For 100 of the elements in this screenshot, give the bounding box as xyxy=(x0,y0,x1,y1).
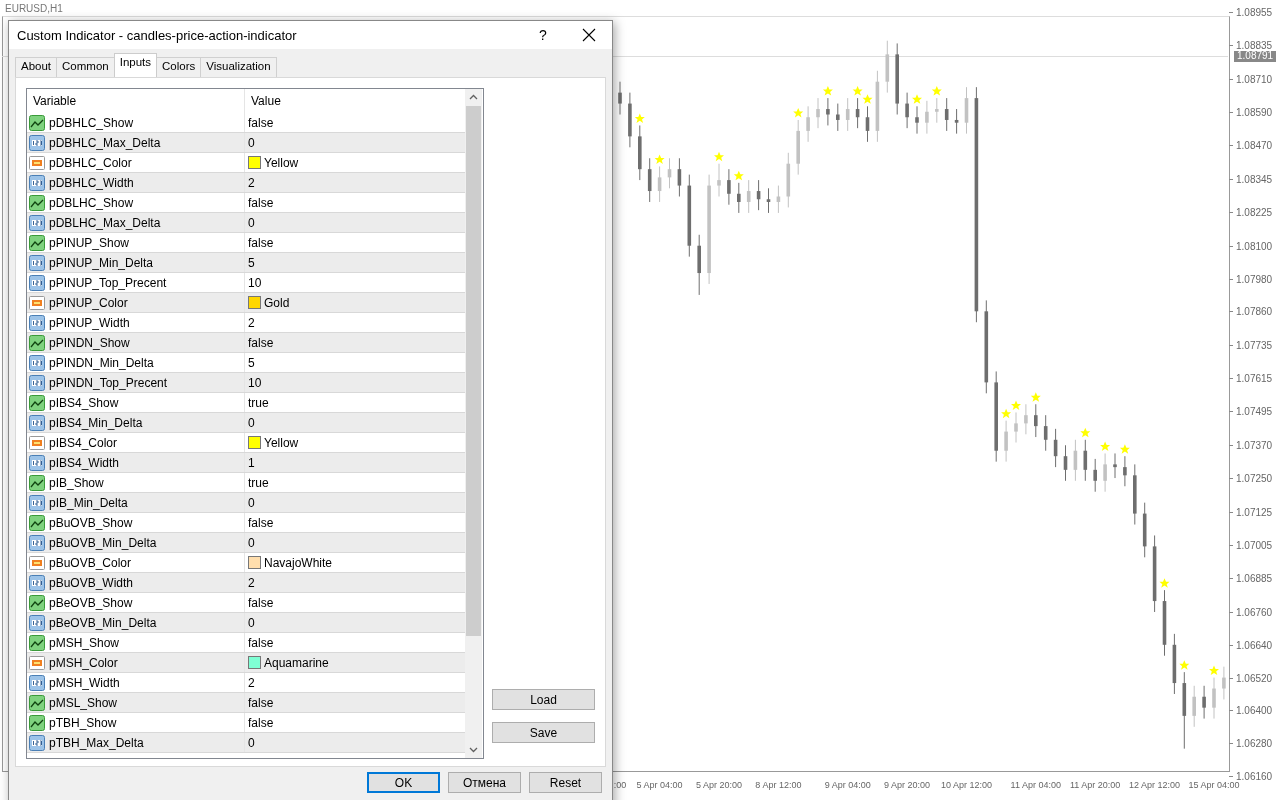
candlestick xyxy=(944,97,949,132)
value-text[interactable]: 5 xyxy=(248,355,255,370)
variable-name: pIBS4_Color xyxy=(49,435,118,450)
value-text[interactable]: true xyxy=(248,475,269,490)
star-marker xyxy=(1209,665,1219,676)
value-text[interactable]: 0 xyxy=(248,135,255,150)
number-icon xyxy=(29,614,45,631)
variable-name: pDBHLC_Color xyxy=(49,155,132,170)
variable-name: pIBS4_Min_Delta xyxy=(49,415,143,430)
value-text[interactable]: false xyxy=(248,715,274,730)
value-text[interactable]: 0 xyxy=(248,415,255,430)
candlestick xyxy=(1043,414,1048,452)
value-text[interactable]: 1 xyxy=(248,455,255,470)
star-marker xyxy=(1100,441,1111,451)
time-label: 12 Apr 12:00 xyxy=(1129,780,1181,790)
value-text[interactable]: false xyxy=(248,515,274,530)
value-text[interactable]: false xyxy=(248,235,274,250)
candlestick xyxy=(1202,685,1206,720)
column-header[interactable]: Variable xyxy=(27,89,245,113)
value-text[interactable]: false xyxy=(248,635,274,650)
line-chart-icon xyxy=(29,694,45,711)
line-chart-icon xyxy=(29,714,45,731)
variable-name: pTBH_Max_Delta xyxy=(49,735,144,750)
tab[interactable]: About xyxy=(15,57,58,77)
price-label: 1.07495 xyxy=(1236,405,1273,417)
time-label: 9 Apr 04:00 xyxy=(824,780,871,790)
column-header[interactable]: Value xyxy=(245,89,465,113)
number-icon xyxy=(29,314,45,331)
price-label: 1.06760 xyxy=(1236,606,1273,618)
price-label: 1.08100 xyxy=(1236,240,1273,252)
price-label: 1.07370 xyxy=(1236,439,1273,451)
line-chart-icon xyxy=(29,234,45,251)
dialog-button[interactable]: OK xyxy=(367,772,440,793)
color-icon xyxy=(29,434,45,451)
dialog-button[interactable]: Отмена xyxy=(448,772,521,793)
value-text[interactable]: 2 xyxy=(248,175,255,190)
number-icon xyxy=(29,354,45,371)
line-chart-icon xyxy=(29,194,45,211)
color-icon xyxy=(29,294,45,311)
candlestick xyxy=(618,81,622,115)
variable-name: pDBHLC_Show xyxy=(49,115,134,130)
value-text[interactable]: Gold xyxy=(264,295,290,310)
value-text[interactable]: true xyxy=(248,395,269,410)
candlestick xyxy=(1004,420,1008,463)
scroll-thumb[interactable] xyxy=(466,106,481,636)
value-text[interactable]: 2 xyxy=(248,575,255,590)
value-text[interactable]: Aquamarine xyxy=(264,655,329,670)
price-label: 1.08710 xyxy=(1236,73,1273,85)
candlestick xyxy=(1014,411,1018,444)
dialog-title: Custom Indicator - candles-price-action-indicator xyxy=(17,27,298,43)
value-text[interactable]: 2 xyxy=(248,315,255,330)
value-text[interactable]: false xyxy=(248,115,274,130)
variable-name: pMSH_Width xyxy=(49,675,120,690)
scrollbar[interactable] xyxy=(465,89,482,758)
value-text[interactable]: NavajoWhite xyxy=(264,555,333,570)
value-text[interactable]: 0 xyxy=(248,495,255,510)
value-text[interactable]: false xyxy=(248,195,274,210)
value-text[interactable]: 2 xyxy=(248,675,255,690)
variable-name: pBuOVB_Show xyxy=(49,515,133,530)
star-marker xyxy=(1159,578,1170,588)
value-text[interactable]: 0 xyxy=(248,535,255,550)
value-text[interactable]: 10 xyxy=(248,275,262,290)
value-text[interactable]: 0 xyxy=(248,615,255,630)
number-icon xyxy=(29,674,45,691)
variable-name: pPINDN_Min_Delta xyxy=(49,355,154,370)
line-chart-icon xyxy=(29,594,45,611)
number-icon xyxy=(29,374,45,391)
value-text[interactable]: Yellow xyxy=(264,435,299,450)
value-text[interactable]: 10 xyxy=(248,375,262,390)
candlestick xyxy=(836,103,840,132)
number-icon xyxy=(29,454,45,471)
value-text[interactable]: 0 xyxy=(248,215,255,230)
dialog-button[interactable]: Reset xyxy=(529,772,602,793)
value-text[interactable]: 0 xyxy=(248,735,255,750)
variable-name: pDBHLC_Width xyxy=(49,175,134,190)
value-text[interactable]: false xyxy=(248,335,274,350)
time-label: 8 Apr 12:00 xyxy=(755,780,802,790)
tab[interactable]: Visualization xyxy=(200,57,277,77)
value-text[interactable]: false xyxy=(248,695,274,710)
help-button[interactable]: ? xyxy=(520,21,566,49)
value-text[interactable]: 5 xyxy=(248,255,255,270)
candlestick xyxy=(905,92,909,129)
star-marker xyxy=(931,86,942,96)
time-label: 15 Apr 04:00 xyxy=(1188,780,1240,790)
number-icon xyxy=(29,414,45,431)
side-button[interactable]: Save xyxy=(492,722,595,743)
value-text[interactable]: Yellow xyxy=(264,155,299,170)
candlestick xyxy=(647,157,652,203)
line-chart-icon xyxy=(29,114,45,131)
color-icon xyxy=(29,154,45,171)
number-icon xyxy=(29,274,45,291)
price-label: 1.08955 xyxy=(1236,6,1273,18)
tab[interactable]: Inputs xyxy=(113,53,158,77)
candlestick xyxy=(816,97,820,129)
value-text[interactable]: false xyxy=(248,595,274,610)
side-button[interactable]: Load xyxy=(492,689,595,710)
star-marker xyxy=(733,170,744,181)
star-marker xyxy=(1119,444,1130,454)
variable-name: pMSL_Show xyxy=(49,695,118,710)
line-chart-icon xyxy=(29,634,45,651)
